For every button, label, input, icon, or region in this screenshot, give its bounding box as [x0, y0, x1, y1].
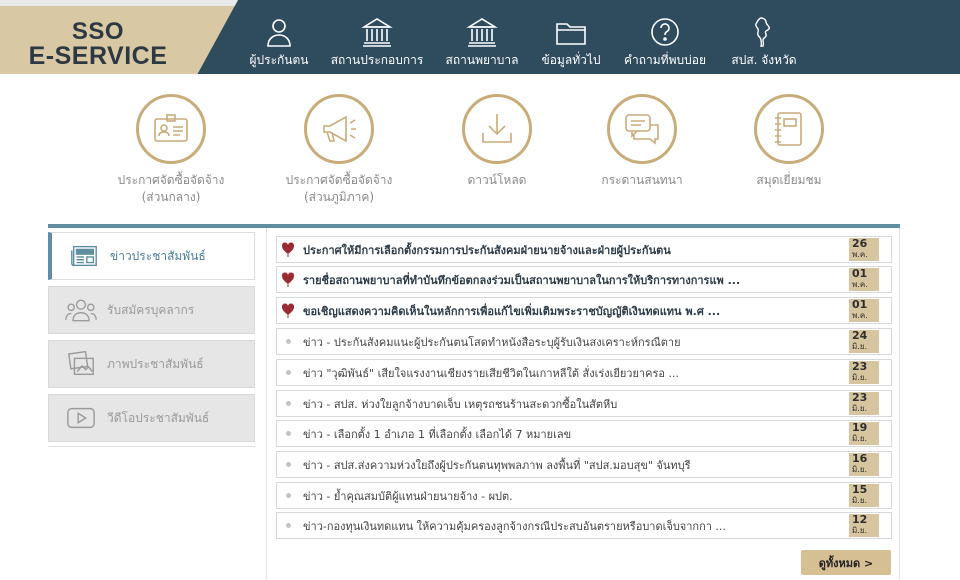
- news-date: 01 พ.ค.: [849, 268, 879, 291]
- news-title: รายชื่อสถานพยาบาลที่ทำบันทึกข้อตกลงร่วมเ…: [303, 273, 741, 287]
- news-date: 24 มิ.ย.: [849, 330, 879, 353]
- news-icon: [68, 240, 100, 272]
- folder-icon: [556, 23, 586, 45]
- category-label: ดาวน์โหลด: [467, 173, 527, 187]
- news-date: 15 มิ.ย.: [849, 484, 879, 507]
- bullet-icon: [277, 401, 299, 406]
- video-icon: [65, 402, 97, 434]
- news-title: ข่าว - เลือกตั้ง 1 อำเภอ 1 ที่เลือกตั้ง …: [303, 427, 572, 441]
- category-download[interactable]: ดาวน์โหลด: [417, 94, 577, 189]
- category-circle: [304, 94, 374, 164]
- news-date: 23 มิ.ย.: [849, 392, 879, 415]
- notebook-icon: [775, 112, 802, 146]
- sidebar-bottom-line: [48, 446, 255, 447]
- news-item[interactable]: ข่าว - ประกันสังคมแนะผู้ประกันตนโสดทำหนั…: [276, 328, 892, 355]
- category-label: กระดานสนทนา: [601, 173, 683, 187]
- news-date: 12 มิ.ย.: [849, 514, 879, 537]
- news-item[interactable]: ประกาศให้มีการเลือกตั้งกรรมการประกันสังค…: [276, 236, 892, 263]
- tab-label: รับสมัครบุคลากร: [107, 302, 195, 317]
- news-date: 26 พ.ค.: [849, 238, 879, 261]
- id-card-icon: [154, 114, 188, 142]
- nav-provincial-office[interactable]: สปส. จังหวัด: [728, 0, 800, 74]
- bullet-icon: [277, 462, 299, 467]
- news-item[interactable]: รายชื่อสถานพยาบาลที่ทำบันทึกข้อตกลงร่วมเ…: [276, 266, 892, 293]
- category-circle: [607, 94, 677, 164]
- category-procurement-regional[interactable]: ประกาศจัดซื้อจัดจ้าง (ส่วนภูมิภาค): [259, 94, 419, 206]
- news-title: ข่าว-กองทุนเงินทดแทน ให้ความคุ้มครองลูกจ…: [303, 519, 726, 533]
- bullet-icon: [277, 431, 299, 436]
- category-label: สมุดเยี่ยมชม: [756, 173, 822, 187]
- news-title: ข่าว "วุฒิพันธ์" เสียใจแรงงานเชียงรายเสี…: [303, 366, 679, 380]
- news-title: ข่าว - ประกันสังคมแนะผู้ประกันตนโสดทำหนั…: [303, 335, 681, 349]
- building-icon: [361, 18, 393, 47]
- news-item[interactable]: ข่าว - เลือกตั้ง 1 อำเภอ 1 ที่เลือกตั้ง …: [276, 420, 892, 447]
- news-item[interactable]: ข่าว - สปส.ส่งความห่วงใยถึงผู้ประกันตนทุ…: [276, 451, 892, 478]
- news-item[interactable]: ข่าว-กองทุนเงินทดแทน ให้ความคุ้มครองลูกจ…: [276, 512, 892, 539]
- photos-icon: [65, 348, 97, 380]
- nav-label: ข้อมูลทั่วไป: [541, 53, 601, 67]
- person-icon: [267, 19, 291, 47]
- chat-icon: [625, 114, 659, 145]
- logo-line-2: E-SERVICE: [28, 42, 168, 70]
- news-title: ขอเชิญแสดงความคิดเห็นในหลักการเพื่อแก้ไข…: [303, 304, 721, 318]
- nav-establishment[interactable]: สถานประกอบการ: [330, 0, 424, 74]
- nav-label: ผู้ประกันตน: [249, 53, 309, 67]
- news-item[interactable]: ข่าว "วุฒิพันธ์" เสียใจแรงงานเชียงรายเสี…: [276, 359, 892, 386]
- tab-label: ข่าวประชาสัมพันธ์: [110, 248, 206, 263]
- download-icon: [482, 114, 512, 143]
- heart-badge-icon: [277, 303, 299, 318]
- tab-news[interactable]: ข่าวประชาสัมพันธ์: [48, 232, 255, 280]
- bullet-icon: [277, 523, 299, 528]
- tab-recruitment[interactable]: รับสมัครบุคลากร: [48, 286, 255, 334]
- category-guestbook[interactable]: สมุดเยี่ยมชม: [709, 94, 869, 189]
- news-title: ข่าว - สปส. ห่วงใยลูกจ้างบาดเจ็บ เหตุรถช…: [303, 397, 618, 411]
- bullet-icon: [277, 339, 299, 344]
- bullet-icon: [277, 370, 299, 375]
- category-label: ประกาศจัดซื้อจัดจ้าง (ส่วนภูมิภาค): [285, 173, 393, 204]
- news-date: 16 มิ.ย.: [849, 453, 879, 476]
- category-circle: [754, 94, 824, 164]
- nav-general-info[interactable]: ข้อมูลทั่วไป: [541, 0, 601, 74]
- top-navigation-bar: SSO E-SERVICE ผู้ประกันตน สถานประกอบการ …: [0, 0, 960, 74]
- nav-faq[interactable]: คำถามที่พบบ่อย: [624, 0, 706, 74]
- news-title: ประกาศให้มีการเลือกตั้งกรรมการประกันสังค…: [303, 243, 671, 257]
- nav-label: สปส. จังหวัด: [731, 53, 797, 67]
- news-title: ข่าว - สปส.ส่งความห่วงใยถึงผู้ประกันตนทุ…: [303, 458, 691, 472]
- category-circle: [136, 94, 206, 164]
- heart-badge-icon: [277, 242, 299, 257]
- heart-badge-icon: [277, 272, 299, 287]
- tab-photos[interactable]: ภาพประชาสัมพันธ์: [48, 340, 255, 388]
- nav-label: คำถามที่พบบ่อย: [624, 53, 706, 67]
- tab-label: ภาพประชาสัมพันธ์: [107, 356, 204, 371]
- nav-label: สถานพยาบาล: [445, 53, 519, 67]
- tab-label: วีดีโอประชาสัมพันธ์: [107, 410, 210, 425]
- megaphone-icon: [323, 115, 356, 143]
- category-webboard[interactable]: กระดานสนทนา: [562, 94, 722, 189]
- people-icon: [65, 294, 97, 326]
- nav-label: สถานประกอบการ: [330, 53, 424, 67]
- category-circle: [462, 94, 532, 164]
- hospital-icon: [466, 18, 498, 47]
- news-title: ข่าว - ย้ำคุณสมบัติผู้แทนฝ่ายนายจ้าง - ผ…: [303, 489, 513, 503]
- news-date: 19 มิ.ย.: [849, 422, 879, 445]
- view-all-button[interactable]: ดูทั้งหมด >: [801, 550, 891, 575]
- news-date: 23 มิ.ย.: [849, 361, 879, 384]
- nav-insured-person[interactable]: ผู้ประกันตน: [249, 0, 309, 74]
- category-label: ประกาศจัดซื้อจัดจ้าง (ส่วนกลาง): [117, 173, 225, 204]
- nav-hospital[interactable]: สถานพยาบาล: [446, 0, 518, 74]
- news-item[interactable]: ข่าว - สปส. ห่วงใยลูกจ้างบาดเจ็บ เหตุรถช…: [276, 390, 892, 417]
- news-item[interactable]: ขอเชิญแสดงความคิดเห็นในหลักการเพื่อแก้ไข…: [276, 297, 892, 324]
- news-item[interactable]: ข่าว - ย้ำคุณสมบัติผู้แทนฝ่ายนายจ้าง - ผ…: [276, 482, 892, 509]
- tab-videos[interactable]: วีดีโอประชาสัมพันธ์: [48, 394, 255, 442]
- news-date: 01 พ.ค.: [849, 299, 879, 322]
- question-icon: [651, 18, 679, 46]
- category-procurement-central[interactable]: ประกาศจัดซื้อจัดจ้าง (ส่วนกลาง): [91, 94, 251, 206]
- bullet-icon: [277, 493, 299, 498]
- sso-logo[interactable]: SSO E-SERVICE: [0, 0, 238, 74]
- map-icon: [755, 17, 770, 47]
